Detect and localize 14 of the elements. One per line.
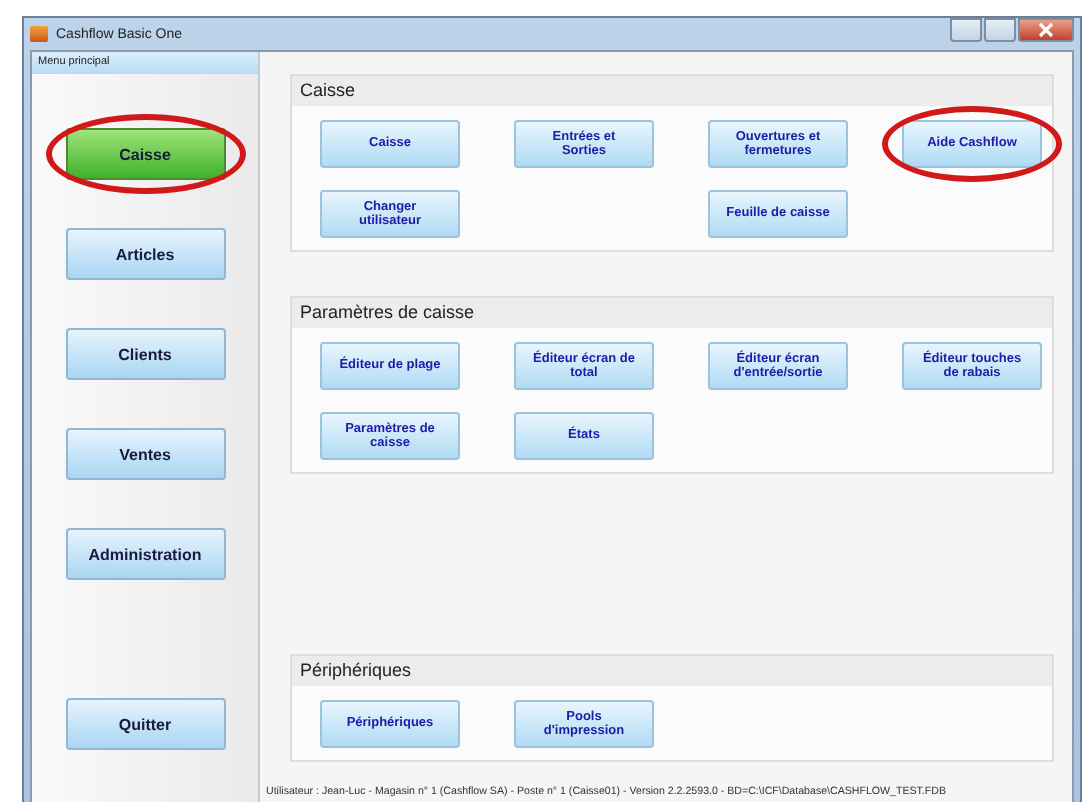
section-title: Caisse bbox=[292, 76, 1052, 106]
sidebar-button[interactable]: Articles bbox=[65, 228, 225, 280]
sidebar-button[interactable]: Ventes bbox=[65, 428, 225, 480]
sidebar-button[interactable]: Caisse bbox=[65, 128, 225, 180]
sidebar-button[interactable]: Clients bbox=[65, 328, 225, 380]
close-button[interactable] bbox=[1018, 18, 1074, 42]
app-icon bbox=[30, 26, 48, 42]
sidebar-button[interactable]: Administration bbox=[65, 528, 225, 580]
close-icon bbox=[1036, 22, 1056, 38]
minimize-button[interactable] bbox=[950, 18, 982, 42]
section-title: Paramètres de caisse bbox=[292, 298, 1052, 328]
maximize-button[interactable] bbox=[984, 18, 1016, 42]
section-title: Périphériques bbox=[292, 656, 1052, 686]
quit-button[interactable]: Quitter bbox=[65, 698, 225, 750]
